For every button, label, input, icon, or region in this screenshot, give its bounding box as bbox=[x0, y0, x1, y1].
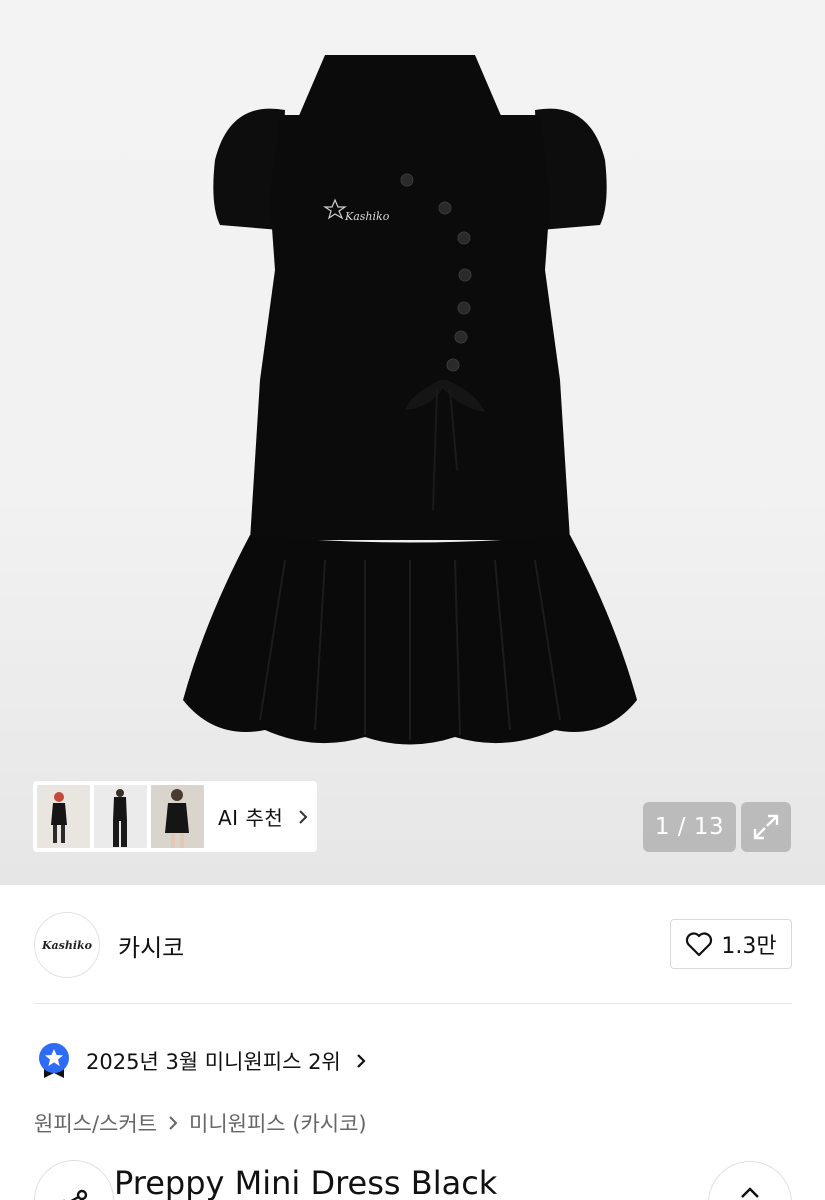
breadcrumb-item-category[interactable]: 원피스/스커트 bbox=[34, 1108, 157, 1138]
divider bbox=[34, 1003, 792, 1004]
chevron-right-icon bbox=[299, 809, 308, 824]
brand-row: Kashiko 카시코 1.3만 bbox=[34, 910, 792, 978]
chevron-right-icon bbox=[167, 1114, 179, 1132]
heart-icon bbox=[686, 932, 713, 957]
brand-name[interactable]: 카시코 bbox=[118, 928, 184, 963]
ai-recommend-label[interactable]: AI 추천 bbox=[218, 802, 283, 831]
ranking-badge-icon bbox=[39, 1043, 69, 1078]
ai-recommend-strip[interactable]: AI 추천 bbox=[33, 781, 317, 852]
thumbnail-look-3[interactable] bbox=[151, 785, 204, 848]
product-image[interactable]: Kashiko bbox=[175, 40, 645, 750]
product-gallery[interactable]: Kashiko AI 추천 1 / 13 bbox=[0, 0, 825, 885]
brand-logo[interactable]: Kashiko bbox=[34, 912, 100, 978]
thumbnail-look-1[interactable] bbox=[37, 785, 90, 848]
product-title: Preppy Mini Dress Black bbox=[114, 1164, 498, 1200]
image-counter: 1 / 13 bbox=[643, 802, 736, 852]
embroidered-logo: Kashiko bbox=[344, 210, 390, 223]
breadcrumb: 원피스/스커트 미니원피스 (카시코) bbox=[34, 1108, 367, 1138]
scroll-top-button[interactable] bbox=[708, 1161, 792, 1200]
chevron-right-icon bbox=[356, 1054, 366, 1068]
arrow-up-icon bbox=[741, 1187, 759, 1198]
ranking-text[interactable]: 2025년 3월 미니원피스 2위 bbox=[86, 1046, 341, 1076]
expand-icon bbox=[753, 814, 779, 840]
like-count: 1.3만 bbox=[721, 934, 777, 959]
ranking-row[interactable]: 2025년 3월 미니원피스 2위 bbox=[38, 1041, 367, 1081]
expand-button[interactable] bbox=[741, 802, 791, 852]
share-button[interactable] bbox=[34, 1160, 114, 1200]
thumbnail-look-2[interactable] bbox=[94, 785, 147, 848]
like-button[interactable]: 1.3만 bbox=[670, 919, 792, 969]
share-icon bbox=[62, 1189, 88, 1200]
breadcrumb-item-subcategory[interactable]: 미니원피스 (카시코) bbox=[189, 1108, 367, 1138]
